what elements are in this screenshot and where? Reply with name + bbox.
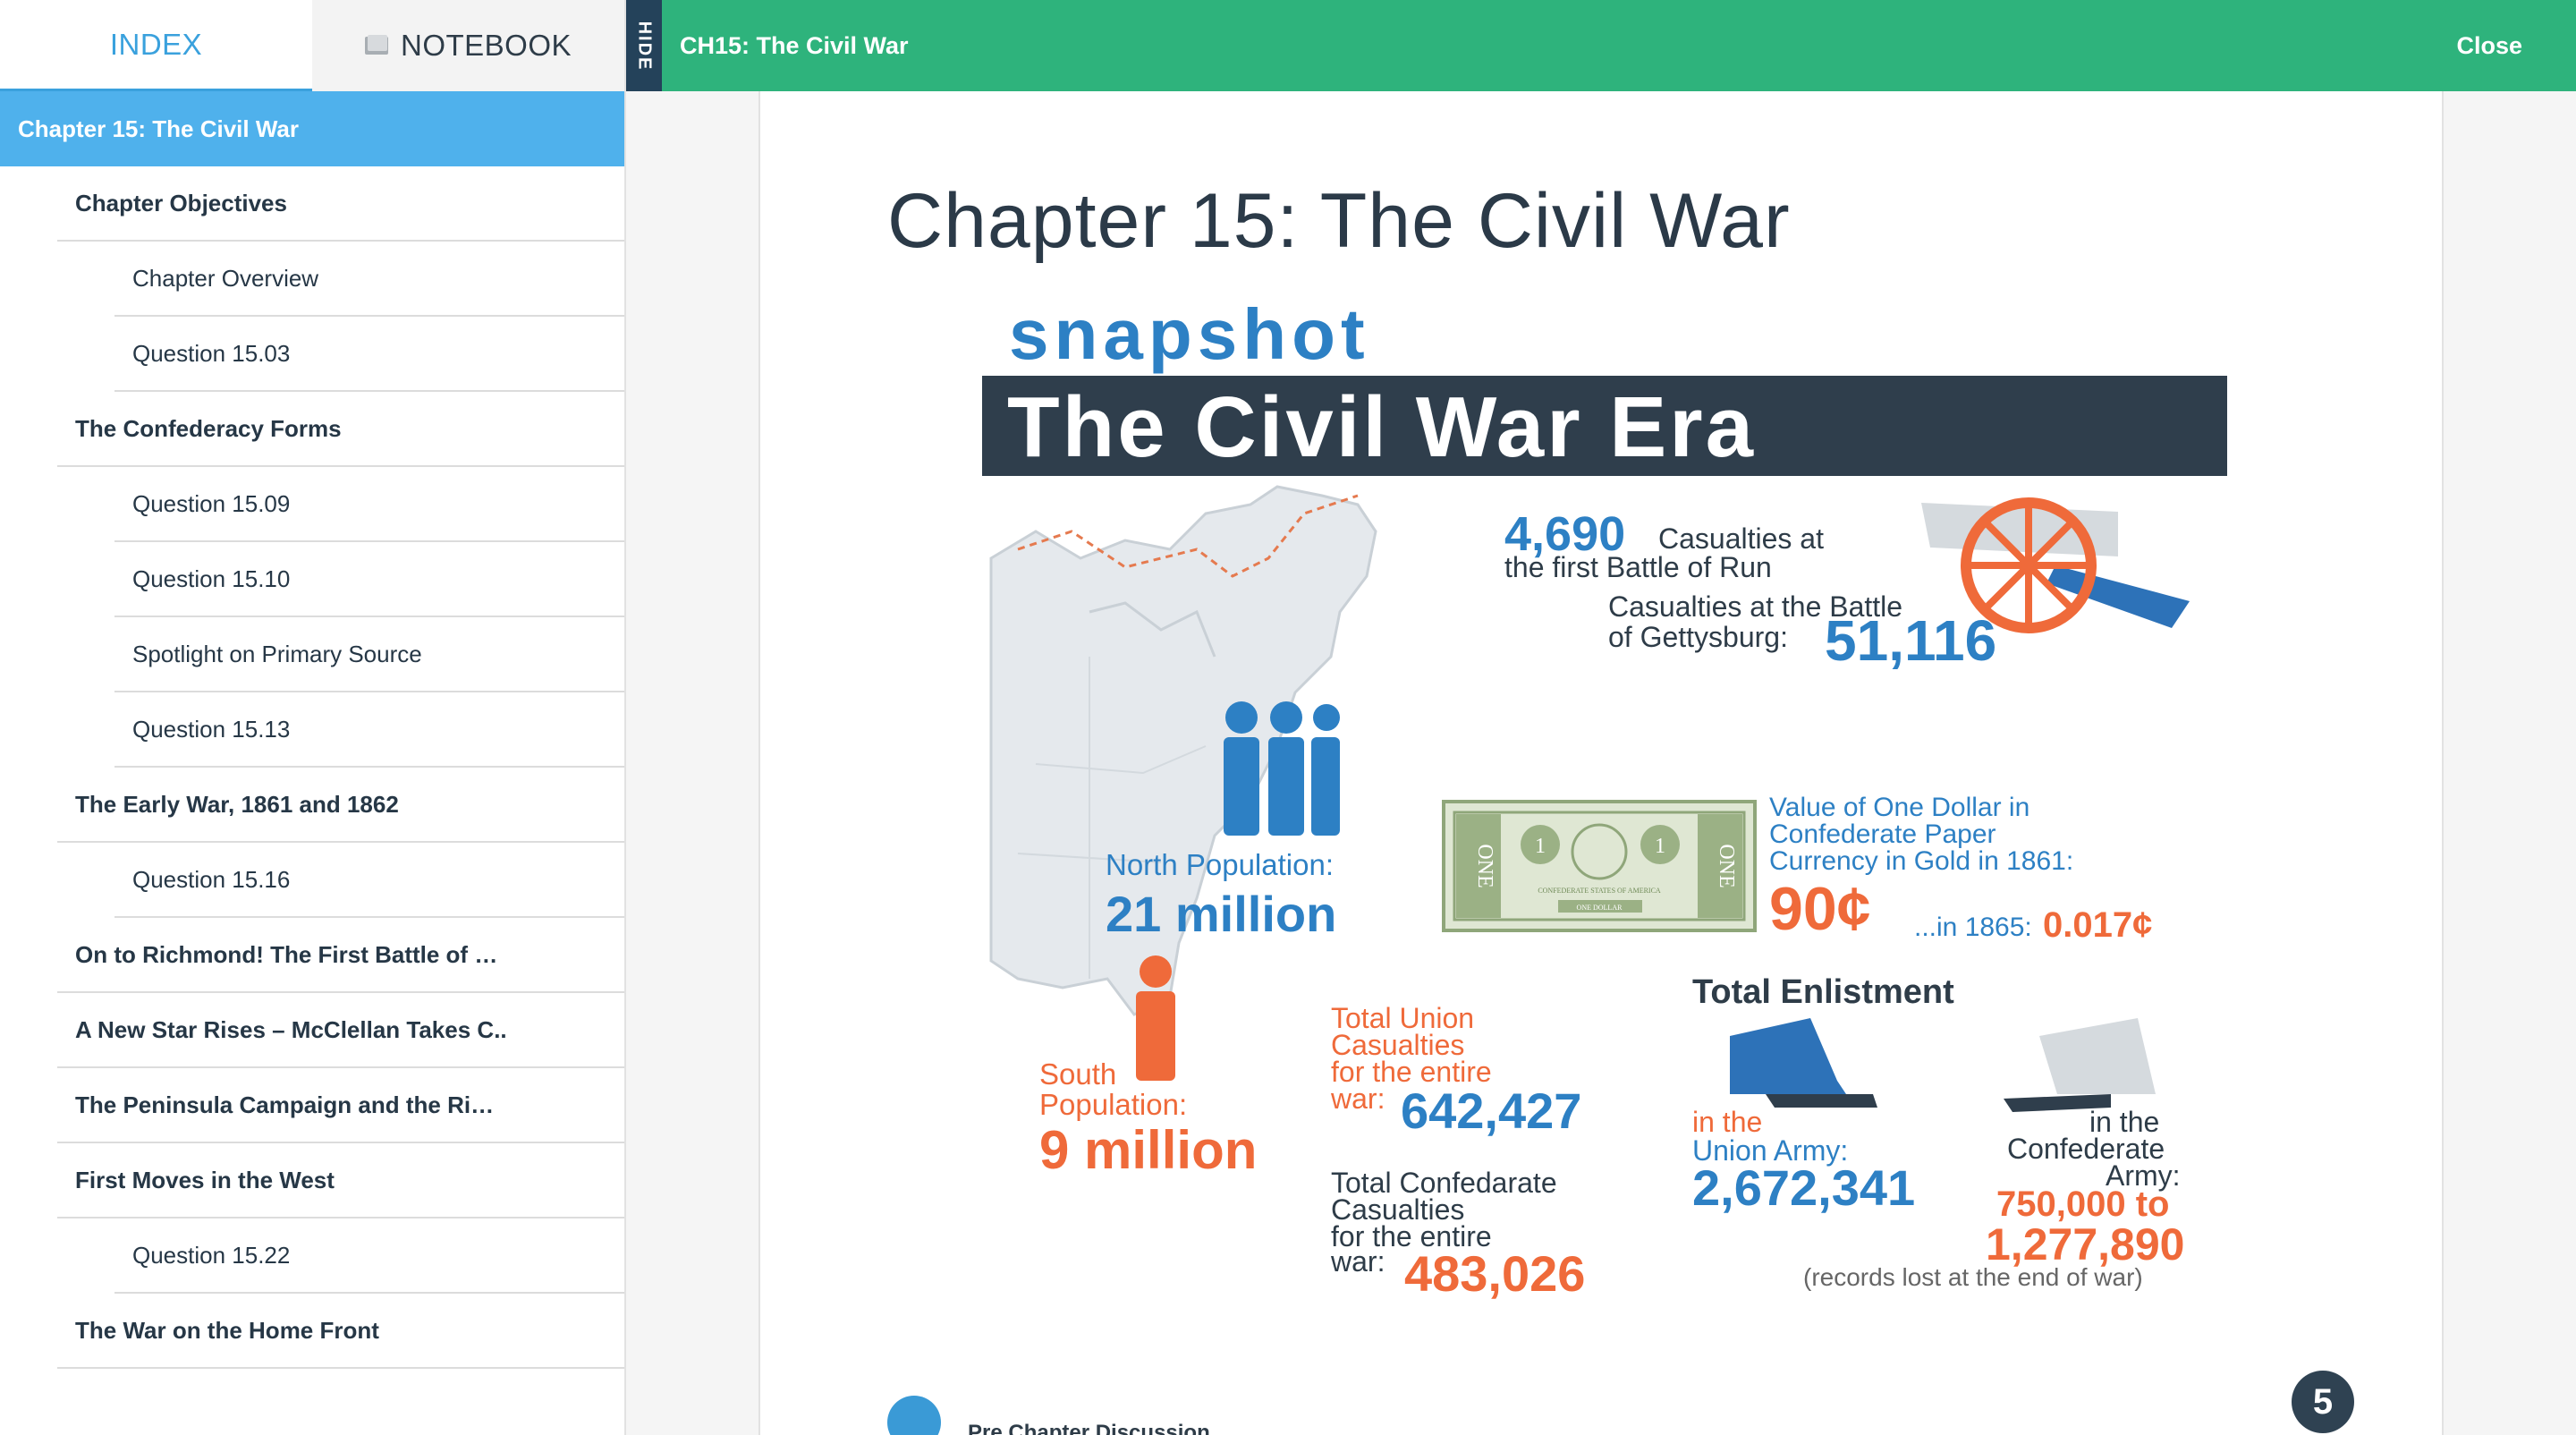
bill-value: ONE DOLLAR bbox=[1577, 904, 1623, 912]
toc-item[interactable]: On to Richmond! The First Battle of … bbox=[57, 918, 624, 993]
content-page: Chapter 15: The Civil War snapshot The C… bbox=[758, 91, 2444, 1435]
confederate-cap-icon bbox=[2004, 1018, 2156, 1112]
run-casualties-label-2: the first Battle of Run bbox=[1504, 551, 1772, 583]
toc-item-label: First Moves in the West bbox=[75, 1166, 335, 1193]
toc-item-label: Question 15.13 bbox=[132, 715, 291, 743]
gettysburg-label-2: of Gettysburg: bbox=[1608, 621, 1788, 653]
toc-item[interactable]: The Confederacy Forms bbox=[57, 392, 624, 467]
bill-number-right: 1 bbox=[1655, 835, 1665, 858]
toc-item[interactable]: The Peninsula Campaign and the Ri… bbox=[57, 1068, 624, 1143]
south-population-value: 9 million bbox=[1039, 1120, 1258, 1180]
union-army-label-1: in the bbox=[1692, 1106, 1763, 1138]
confederate-army-note: (records lost at the end of war) bbox=[1803, 1263, 2143, 1291]
toc-item[interactable]: Question 15.09 bbox=[114, 467, 624, 542]
toc-item[interactable]: Chapter Objectives bbox=[57, 166, 624, 242]
gettysburg-value: 51,116 bbox=[1825, 608, 1997, 673]
sidebar: INDEX NOTEBOOK Chapter 15: The Civil War… bbox=[0, 0, 626, 1435]
infographic-title: The Civil War Era bbox=[1007, 379, 1756, 475]
dollar-label-1: Value of One Dollar in bbox=[1769, 793, 2030, 822]
pre-chapter-discussion[interactable]: Pre Chapter Discussion bbox=[887, 1396, 1210, 1435]
table-of-contents: Chapter Objectives Chapter Overview Questi… bbox=[0, 166, 624, 1369]
toc-item-label: The Peninsula Campaign and the Ri… bbox=[75, 1091, 495, 1118]
hide-label: HIDE bbox=[634, 21, 655, 71]
tab-index-label: INDEX bbox=[109, 27, 203, 61]
toc-item[interactable]: Spotlight on Primary Source bbox=[114, 617, 624, 692]
discussion-icon bbox=[887, 1396, 941, 1435]
toc-item[interactable]: A New Star Rises – McClellan Takes C.. bbox=[57, 993, 624, 1068]
page-number-badge: 5 bbox=[2292, 1371, 2354, 1433]
toc-item-label: Question 15.22 bbox=[132, 1241, 291, 1269]
toc-active-label: Chapter 15: The Civil War bbox=[18, 115, 299, 142]
toc-item[interactable]: Question 15.22 bbox=[114, 1218, 624, 1294]
toc-item-label: The Early War, 1861 and 1862 bbox=[75, 790, 399, 818]
infographic-banner: The Civil War Era bbox=[982, 376, 2227, 476]
toc-item-active[interactable]: Chapter 15: The Civil War bbox=[0, 91, 624, 166]
north-population-label: North Population: bbox=[1106, 848, 1334, 881]
union-cap-icon bbox=[1730, 1018, 1877, 1108]
dollar-1865-label: ...in 1865: bbox=[1914, 913, 2032, 942]
toc-item-label: Chapter Overview bbox=[132, 264, 319, 292]
run-casualties-label-1: Casualties at bbox=[1658, 522, 1824, 555]
enlistment-title: Total Enlistment bbox=[1692, 973, 1954, 1011]
toc-item[interactable]: The Early War, 1861 and 1862 bbox=[57, 768, 624, 843]
toc-item[interactable]: First Moves in the West bbox=[57, 1143, 624, 1218]
chapter-breadcrumb: CH15: The Civil War bbox=[680, 31, 909, 59]
toc-item[interactable]: Question 15.16 bbox=[114, 843, 624, 918]
infographic-snapshot-label: snapshot bbox=[1009, 294, 1370, 374]
tab-index[interactable]: INDEX bbox=[0, 0, 312, 91]
dollar-label-2: Confederate Paper bbox=[1769, 819, 1996, 849]
top-bar: HIDE CH15: The Civil War Close bbox=[626, 0, 2576, 91]
toc-item-label: Question 15.03 bbox=[132, 339, 291, 367]
south-population-label-1: South bbox=[1039, 1057, 1117, 1091]
toc-item-label: On to Richmond! The First Battle of … bbox=[75, 940, 498, 968]
confederate-army-value-1: 750,000 to bbox=[1996, 1185, 2170, 1224]
toc-item-label: Question 15.10 bbox=[132, 565, 291, 592]
hide-sidebar-toggle[interactable]: HIDE bbox=[626, 0, 662, 91]
confederate-dollar-bill-image: ONE ONE 1 1 CONFEDERATE STATES OF AMERIC… bbox=[1442, 800, 1757, 932]
page-title: Chapter 15: The Civil War bbox=[887, 178, 1791, 264]
toc-item-label: Chapter Objectives bbox=[75, 189, 287, 217]
confederate-casualties-value: 483,026 bbox=[1404, 1245, 1586, 1302]
toc-item[interactable]: The War on the Home Front bbox=[57, 1294, 624, 1369]
toc-item-label: The War on the Home Front bbox=[75, 1316, 379, 1344]
toc-item[interactable]: Question 15.03 bbox=[114, 317, 624, 392]
tab-notebook-label: NOTEBOOK bbox=[400, 29, 572, 62]
union-casualties-value: 642,427 bbox=[1401, 1083, 1582, 1139]
civil-war-infographic: snapshot The Civil War Era North Populat… bbox=[982, 294, 2227, 1299]
close-button[interactable]: Close bbox=[2456, 0, 2522, 91]
toc-item-label: Question 15.16 bbox=[132, 865, 291, 893]
toc-item[interactable]: Question 15.13 bbox=[114, 692, 624, 768]
discussion-label: Pre Chapter Discussion bbox=[968, 1421, 1210, 1435]
north-population-value: 21 million bbox=[1106, 886, 1337, 942]
notebook-icon bbox=[364, 35, 390, 56]
south-population-label-2: Population: bbox=[1039, 1088, 1188, 1121]
tab-notebook[interactable]: NOTEBOOK bbox=[312, 0, 624, 91]
confederate-casualties-label-4: war: bbox=[1331, 1245, 1385, 1278]
north-population-icon bbox=[1224, 701, 1340, 836]
dollar-1861-value: 90¢ bbox=[1769, 875, 1871, 943]
dollar-1865-value: 0.017¢ bbox=[2043, 905, 2153, 945]
toc-item-label: Spotlight on Primary Source bbox=[132, 640, 422, 667]
sidebar-tabs: INDEX NOTEBOOK bbox=[0, 0, 624, 91]
confederate-army-value-2: 1,277,890 bbox=[1986, 1219, 2185, 1269]
bill-one-left: ONE bbox=[1473, 844, 1496, 887]
toc-item[interactable]: Question 15.10 bbox=[114, 542, 624, 617]
bill-number-left: 1 bbox=[1535, 835, 1546, 858]
bill-caption: CONFEDERATE STATES OF AMERICA bbox=[1538, 887, 1661, 895]
toc-item[interactable]: Chapter Overview bbox=[114, 242, 624, 317]
bill-one-right: ONE bbox=[1715, 844, 1738, 887]
toc-item-label: The Confederacy Forms bbox=[75, 414, 342, 442]
union-army-value: 2,672,341 bbox=[1692, 1159, 1916, 1216]
toc-item-label: A New Star Rises – McClellan Takes C.. bbox=[75, 1015, 507, 1043]
toc-item-label: Question 15.09 bbox=[132, 489, 291, 517]
dollar-label-3: Currency in Gold in 1861: bbox=[1769, 846, 2074, 876]
south-population-icon bbox=[1136, 955, 1175, 1081]
union-casualties-label-4: war: bbox=[1331, 1083, 1385, 1115]
